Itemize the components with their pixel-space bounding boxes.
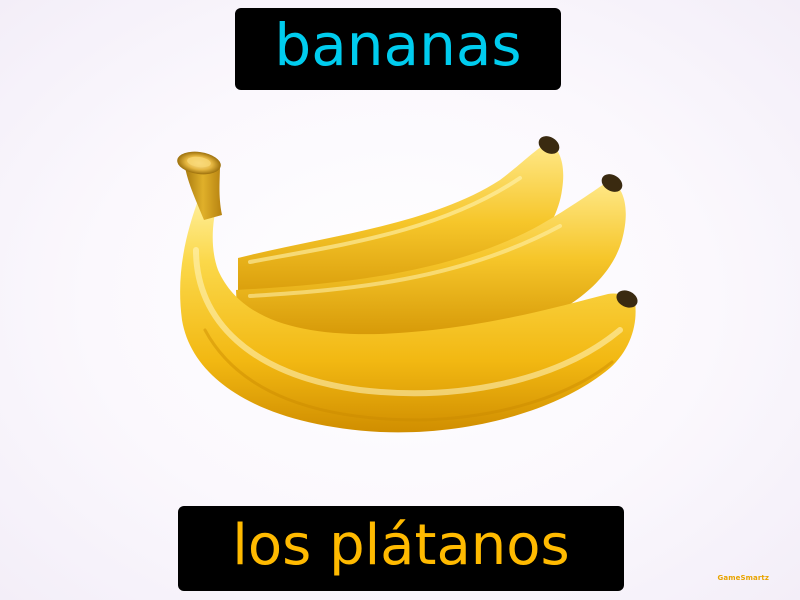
- spanish-word-text: los plátanos: [232, 512, 570, 578]
- spanish-word-label: los plátanos: [178, 506, 624, 591]
- gamesmartz-watermark: GameSmartz: [717, 574, 769, 582]
